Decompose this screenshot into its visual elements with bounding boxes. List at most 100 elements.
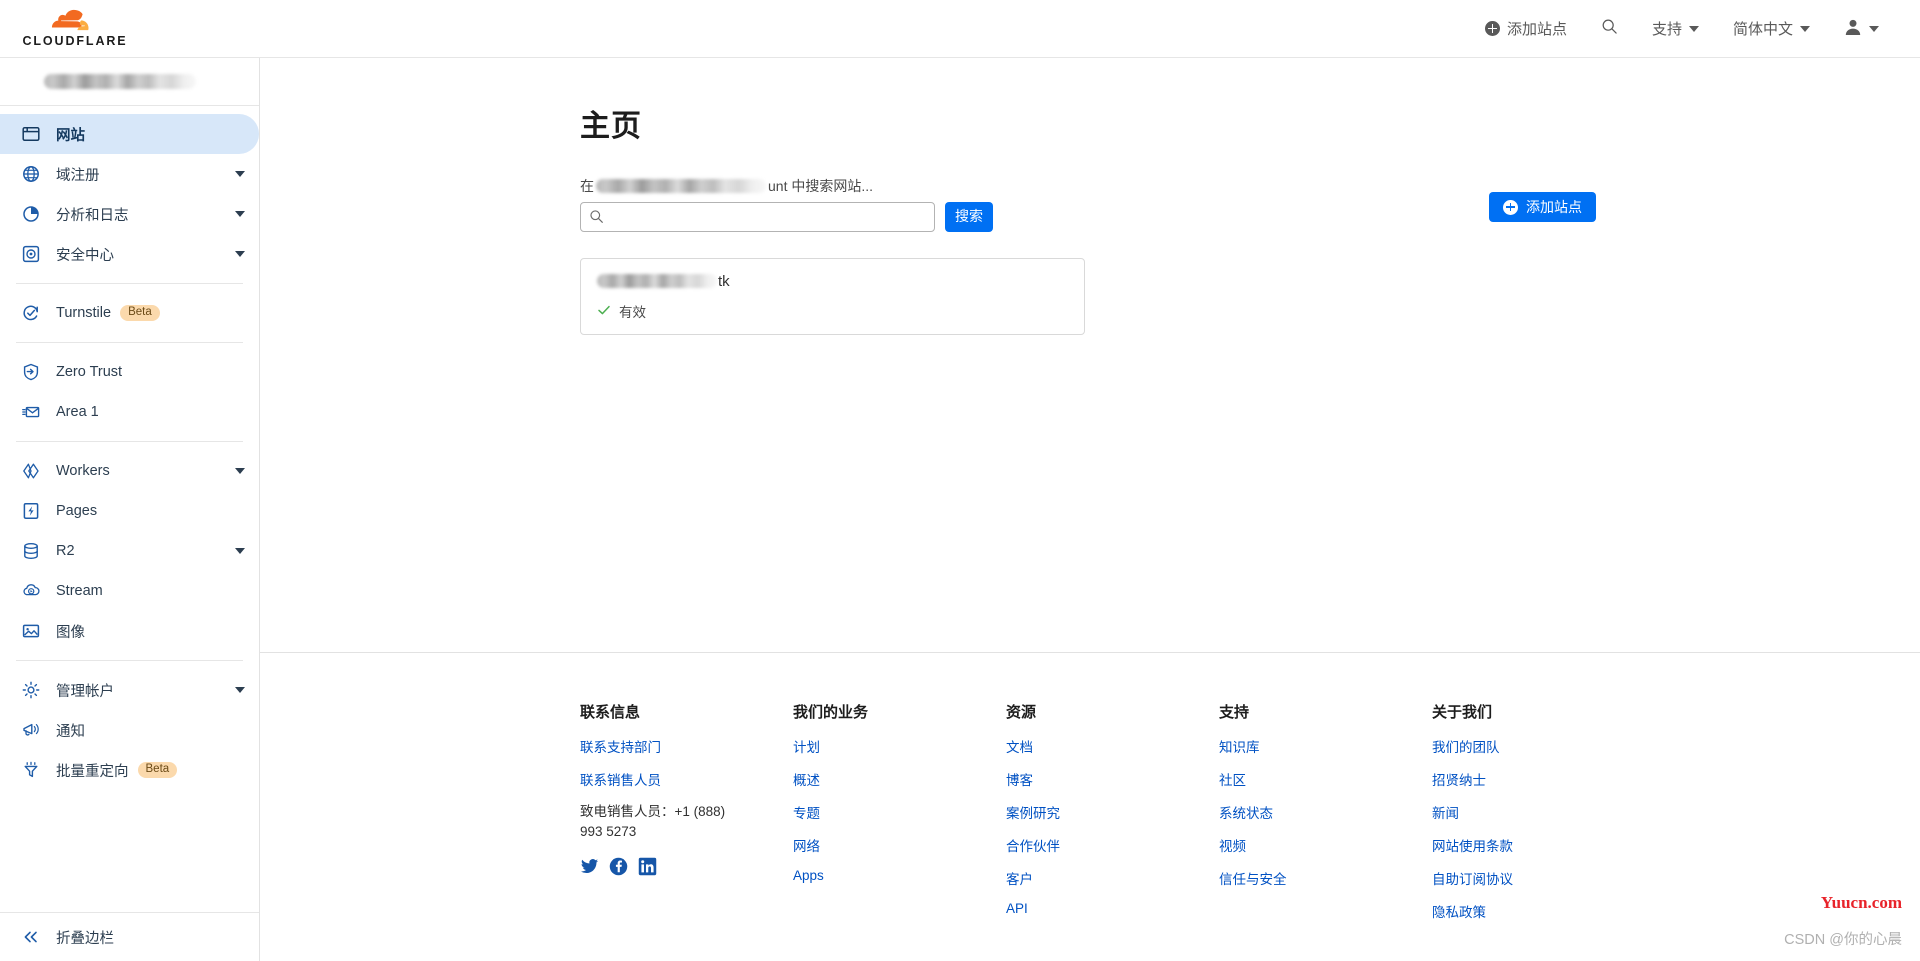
- gear-icon: [20, 679, 42, 701]
- footer-link[interactable]: 新闻: [1432, 802, 1645, 822]
- footer-link[interactable]: 信任与安全: [1219, 868, 1432, 888]
- footer-link[interactable]: 网站使用条款: [1432, 835, 1645, 855]
- account-name-redacted: [44, 74, 196, 89]
- footer-link[interactable]: 合作伙伴: [1006, 835, 1219, 855]
- footer-link[interactable]: 网络: [793, 835, 1006, 855]
- footer-link[interactable]: 我们的团队: [1432, 736, 1645, 756]
- sidebar-item-domain-registration[interactable]: 域注册: [0, 154, 259, 194]
- site-search-label: 在 unt 中搜索网站...: [580, 177, 1600, 195]
- globe-icon: [20, 163, 42, 185]
- footer-link[interactable]: 客户: [1006, 868, 1219, 888]
- sidebar-item-workers[interactable]: Workers: [0, 451, 259, 491]
- account-selector[interactable]: [0, 58, 259, 106]
- sidebar-item-pages[interactable]: Pages: [0, 491, 259, 531]
- sidebar-item-label: 分析和日志: [56, 207, 129, 224]
- footer-link[interactable]: 概述: [793, 769, 1006, 789]
- footer-link[interactable]: API: [1006, 901, 1219, 916]
- footer-link[interactable]: 知识库: [1219, 736, 1432, 756]
- beta-badge: Beta: [120, 305, 160, 321]
- search-label-suffix: unt 中搜索网站...: [768, 178, 874, 194]
- footer-link[interactable]: 自助订阅协议: [1432, 868, 1645, 888]
- website-icon: [20, 123, 42, 145]
- footer-column-title: 支持: [1219, 704, 1250, 721]
- chevron-down-icon[interactable]: [235, 211, 245, 217]
- search-icon: [1601, 18, 1618, 39]
- footer-link[interactable]: 视频: [1219, 835, 1432, 855]
- footer-column-business: 我们的业务 计划 概述 专题 网络 Apps: [793, 701, 1006, 934]
- collapse-sidebar-label: 折叠边栏: [56, 930, 114, 947]
- sidebar-item-label: 网站: [56, 127, 85, 144]
- footer-link[interactable]: 专题: [793, 802, 1006, 822]
- top-navigation-bar: CLOUDFLARE 添加站点 支持 简体中文: [0, 0, 1920, 58]
- footer-link[interactable]: 社区: [1219, 769, 1432, 789]
- sidebar-item-label: Stream: [56, 583, 103, 599]
- top-search-button[interactable]: [1584, 0, 1635, 57]
- cloudflare-logo[interactable]: CLOUDFLARE: [16, 9, 134, 48]
- footer-link[interactable]: 案例研究: [1006, 802, 1219, 822]
- sidebar-item-turnstile[interactable]: Turnstile Beta: [0, 293, 259, 333]
- footer-column-title: 我们的业务: [793, 704, 869, 721]
- sidebar-item-stream[interactable]: Stream: [0, 571, 259, 611]
- top-support-menu[interactable]: 支持: [1635, 0, 1716, 57]
- sidebar-item-r2[interactable]: R2: [0, 531, 259, 571]
- sidebar-item-label: Workers: [56, 463, 110, 479]
- sidebar-item-label: R2: [56, 543, 75, 559]
- megaphone-icon: [20, 719, 42, 741]
- search-button[interactable]: 搜索: [945, 202, 993, 232]
- footer-link[interactable]: 计划: [793, 736, 1006, 756]
- database-icon: [20, 540, 42, 562]
- search-input-wrapper: [580, 202, 935, 232]
- sidebar-item-label: Area 1: [56, 404, 99, 420]
- sidebar-footer: 折叠边栏: [0, 912, 259, 961]
- sidebar-item-bulk-redirects[interactable]: 批量重定向 Beta: [0, 750, 259, 790]
- collapse-sidebar-button[interactable]: 折叠边栏: [0, 913, 259, 961]
- security-icon: [20, 243, 42, 265]
- sidebar-item-security-center[interactable]: 安全中心: [0, 234, 259, 274]
- footer-social-links: [580, 857, 793, 876]
- add-site-button[interactable]: 添加站点: [1489, 192, 1596, 222]
- chevron-down-icon[interactable]: [235, 171, 245, 177]
- footer-link[interactable]: 博客: [1006, 769, 1219, 789]
- cloudflare-cloud-icon: [46, 9, 104, 33]
- footer-link[interactable]: Apps: [793, 868, 1006, 883]
- sidebar-item-websites[interactable]: 网站: [0, 114, 259, 154]
- footer-link[interactable]: 系统状态: [1219, 802, 1432, 822]
- cloudflare-wordmark: CLOUDFLARE: [22, 34, 128, 48]
- checkmark-icon: [597, 303, 611, 320]
- facebook-icon[interactable]: [609, 857, 628, 876]
- funnel-icon: [20, 759, 42, 781]
- sidebar-item-notifications[interactable]: 通知: [0, 710, 259, 750]
- sidebar-item-analytics-logs[interactable]: 分析和日志: [0, 194, 259, 234]
- sidebar-item-images[interactable]: 图像: [0, 611, 259, 651]
- footer-link[interactable]: 联系支持部门: [580, 736, 793, 756]
- footer-link[interactable]: 招贤纳士: [1432, 769, 1645, 789]
- image-icon: [20, 620, 42, 642]
- twitter-icon[interactable]: [580, 857, 599, 876]
- sidebar-divider: [16, 342, 243, 343]
- stream-icon: [20, 580, 42, 602]
- search-input[interactable]: [580, 202, 935, 232]
- linkedin-icon[interactable]: [638, 857, 657, 876]
- footer-link[interactable]: 文档: [1006, 736, 1219, 756]
- site-result-card[interactable]: tk 有效: [580, 258, 1085, 335]
- top-language-menu[interactable]: 简体中文: [1716, 0, 1827, 57]
- chevron-down-icon[interactable]: [235, 468, 245, 474]
- footer-column-title: 联系信息: [580, 704, 641, 721]
- sidebar-item-label: Turnstile: [56, 305, 112, 321]
- chevron-down-icon[interactable]: [235, 548, 245, 554]
- footer-column-contact: 联系信息 联系支持部门 联系销售人员 致电销售人员：+1 (888) 993 5…: [580, 701, 793, 934]
- footer-link[interactable]: 联系销售人员: [580, 769, 793, 789]
- top-account-menu[interactable]: [1827, 0, 1896, 57]
- sidebar-item-manage-account[interactable]: 管理帐户: [0, 670, 259, 710]
- chevron-down-icon[interactable]: [235, 251, 245, 257]
- sidebar-item-zero-trust[interactable]: Zero Trust: [0, 352, 259, 392]
- chevron-down-icon: [1688, 25, 1699, 32]
- add-site-label: 添加站点: [1526, 199, 1582, 215]
- top-add-site-button[interactable]: 添加站点: [1468, 0, 1584, 57]
- shield-icon: [20, 361, 42, 383]
- sidebar-item-area-1[interactable]: Area 1: [0, 392, 259, 432]
- footer-sales-phone: 致电销售人员：+1 (888) 993 5273: [580, 804, 726, 840]
- sidebar-nav-list: 网站 域注册 分析和日志 安全中心 Turnstile Beta Zero Tr…: [0, 106, 259, 912]
- footer-link[interactable]: 隐私政策: [1432, 901, 1645, 921]
- chevron-down-icon[interactable]: [235, 687, 245, 693]
